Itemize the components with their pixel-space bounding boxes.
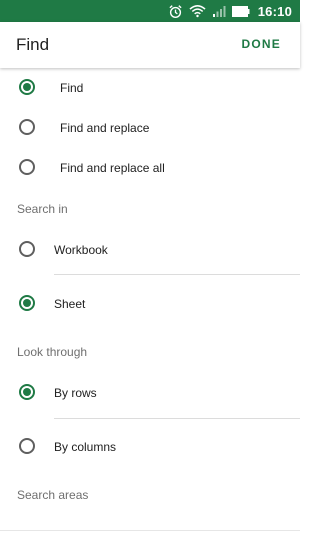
battery-icon xyxy=(231,5,250,17)
radio-button-checked-icon[interactable] xyxy=(19,384,35,400)
radio-button-checked-icon[interactable] xyxy=(19,295,35,311)
radio-label: Workbook xyxy=(54,243,108,257)
section-header-search-areas: Search areas xyxy=(17,488,89,502)
wifi-icon xyxy=(189,4,206,18)
divider xyxy=(54,418,300,419)
radio-option-by-columns[interactable]: By columns xyxy=(0,426,300,466)
radio-label: Find and replace xyxy=(60,121,150,135)
page-title: Find xyxy=(16,35,50,54)
radio-label: By rows xyxy=(54,386,97,400)
radio-label: Sheet xyxy=(54,297,86,311)
radio-label: Find xyxy=(60,81,84,95)
radio-button-unchecked-icon[interactable] xyxy=(19,241,35,257)
find-options-panel: Find Find and replace Find and replace a… xyxy=(0,68,300,533)
radio-option-by-rows[interactable]: By rows xyxy=(0,372,300,412)
radio-label: Find and replace all xyxy=(60,161,165,175)
radio-button-unchecked-icon[interactable] xyxy=(19,119,35,135)
radio-option-find[interactable]: Find xyxy=(0,68,300,108)
status-bar: 16:10 xyxy=(0,0,300,22)
radio-button-unchecked-icon[interactable] xyxy=(19,438,35,454)
alarm-icon xyxy=(168,4,183,19)
radio-button-checked-icon[interactable] xyxy=(19,79,35,95)
radio-option-find-and-replace-all[interactable]: Find and replace all xyxy=(0,147,300,187)
signal-icon xyxy=(212,4,226,18)
app-bar: Find DONE xyxy=(0,22,300,68)
radio-option-workbook[interactable]: Workbook xyxy=(0,229,300,269)
section-header-look-through: Look through xyxy=(17,345,88,359)
divider xyxy=(0,530,300,531)
status-time: 16:10 xyxy=(257,3,292,19)
radio-option-sheet[interactable]: Sheet xyxy=(0,283,300,323)
radio-option-find-and-replace[interactable]: Find and replace xyxy=(0,107,300,147)
section-header-search-in: Search in xyxy=(17,202,68,216)
done-button[interactable]: DONE xyxy=(242,37,281,51)
radio-label: By columns xyxy=(54,440,117,454)
divider xyxy=(54,274,300,275)
radio-button-unchecked-icon[interactable] xyxy=(19,159,35,175)
